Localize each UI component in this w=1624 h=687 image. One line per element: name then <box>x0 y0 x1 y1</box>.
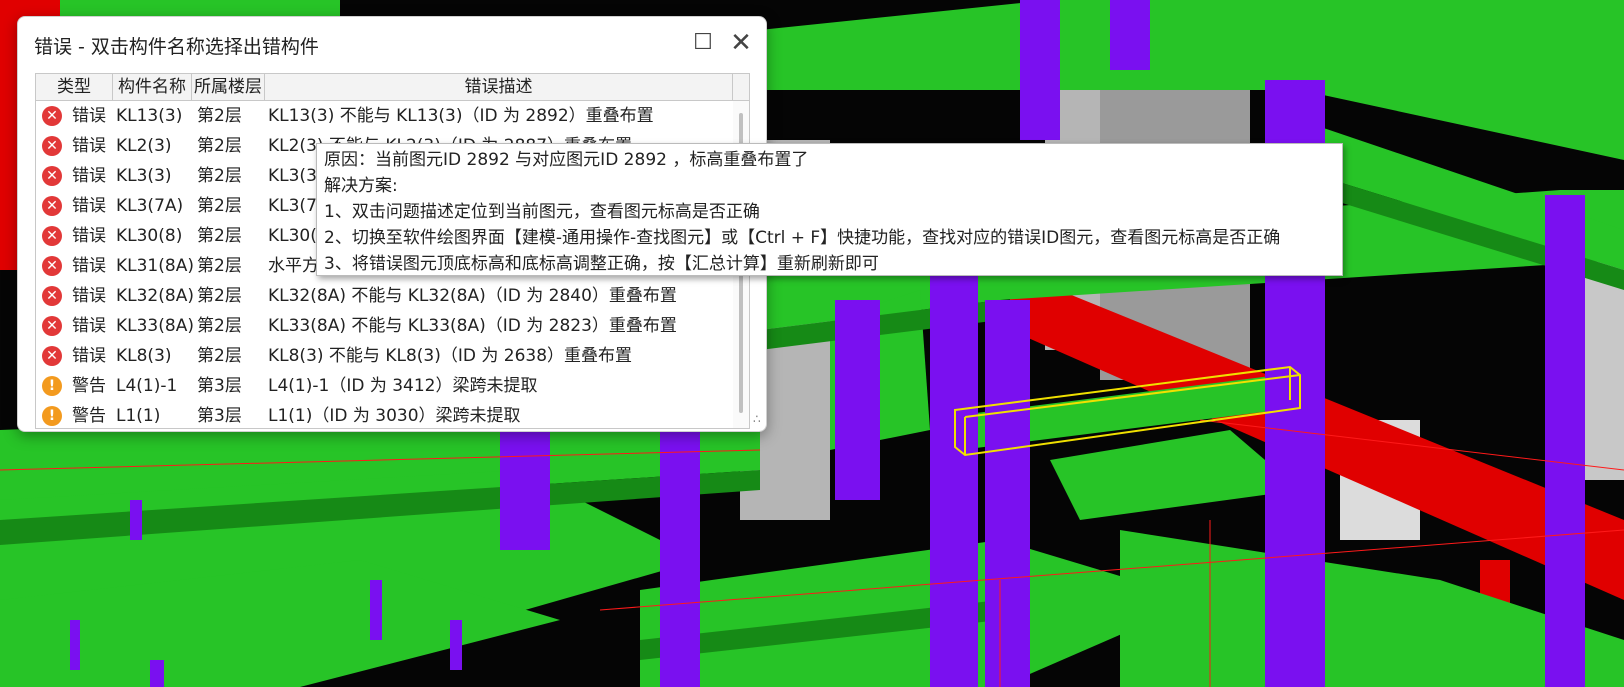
row-desc[interactable]: L4(1)-1（ID 为 3412）梁跨未提取 <box>268 371 538 401</box>
error-icon: ✕ <box>42 226 62 246</box>
tooltip-solution-heading: 解决方案: <box>324 176 398 196</box>
row-name[interactable]: KL2(3) <box>116 131 172 161</box>
row-floor: 第2层 <box>197 226 242 246</box>
row-desc[interactable]: L1(1)（ID 为 3030）梁跨未提取 <box>268 401 521 428</box>
error-icon: ✕ <box>42 316 62 336</box>
tooltip-reason: 原因：当前图元ID 2892 与对应图元ID 2892 ，标高重叠布置了 <box>324 150 809 170</box>
error-icon: ✕ <box>42 286 62 306</box>
row-type: 错误 <box>72 166 106 186</box>
row-floor: 第2层 <box>197 286 242 306</box>
row-floor: 第2层 <box>197 196 242 216</box>
error-icon: ✕ <box>42 136 62 156</box>
close-icon[interactable]: ✕ <box>727 29 755 57</box>
row-name[interactable]: L4(1)-1 <box>116 371 177 401</box>
tooltip-step-3: 3、将错误图元顶底标高和底标高调整正确，按【汇总计算】重新刷新即可 <box>324 254 879 274</box>
row-type: 警告 <box>72 376 106 396</box>
row-floor: 第3层 <box>197 406 242 426</box>
row-name[interactable]: KL30(8) <box>116 221 182 251</box>
row-floor: 第2层 <box>197 136 242 156</box>
row-desc[interactable]: KL13(3) 不能与 KL13(3)（ID 为 2892）重叠布置 <box>268 101 654 131</box>
maximize-icon[interactable]: ☐ <box>689 29 717 57</box>
row-type: 错误 <box>72 286 106 306</box>
row-type: 错误 <box>72 196 106 216</box>
column-header-name[interactable]: 构件名称 <box>113 74 192 100</box>
error-icon: ✕ <box>42 256 62 276</box>
dialog-title: 错误 - 双击构件名称选择出错构件 <box>34 36 319 58</box>
row-desc[interactable]: KL8(3) 不能与 KL8(3)（ID 为 2638）重叠布置 <box>268 341 632 371</box>
row-type: 错误 <box>72 226 106 246</box>
row-type: 错误 <box>72 136 106 156</box>
row-type: 错误 <box>72 106 106 126</box>
table-row[interactable]: ✕ 错误 KL32(8A) 第2层 KL32(8A) 不能与 KL32(8A)（… <box>36 281 732 311</box>
column-header-floor[interactable]: 所属楼层 <box>192 74 265 100</box>
row-name[interactable]: KL33(8A) <box>116 311 194 341</box>
row-name[interactable]: KL3(3) <box>116 161 172 191</box>
column-header-type[interactable]: 类型 <box>36 74 113 100</box>
table-row[interactable]: ! 警告 L1(1) 第3层 L1(1)（ID 为 3030）梁跨未提取 <box>36 401 732 428</box>
error-icon: ✕ <box>42 196 62 216</box>
table-row[interactable]: ! 警告 L4(1)-1 第3层 L4(1)-1（ID 为 3412）梁跨未提取 <box>36 371 732 401</box>
row-type: 错误 <box>72 316 106 336</box>
resize-grip-icon[interactable]: ∴ <box>753 413 761 425</box>
row-name[interactable]: L1(1) <box>116 401 160 428</box>
warning-icon: ! <box>42 406 62 426</box>
row-name[interactable]: KL8(3) <box>116 341 172 371</box>
error-icon: ✕ <box>42 346 62 366</box>
table-row[interactable]: ✕ 错误 KL33(8A) 第2层 KL33(8A) 不能与 KL33(8A)（… <box>36 311 732 341</box>
error-icon: ✕ <box>42 166 62 186</box>
table-row[interactable]: ✕ 错误 KL13(3) 第2层 KL13(3) 不能与 KL13(3)（ID … <box>36 101 732 131</box>
row-type: 错误 <box>72 256 106 276</box>
row-type: 警告 <box>72 406 106 426</box>
row-floor: 第2层 <box>197 316 242 336</box>
error-icon: ✕ <box>42 106 62 126</box>
row-type: 错误 <box>72 346 106 366</box>
table-row[interactable]: ✕ 错误 KL8(3) 第2层 KL8(3) 不能与 KL8(3)（ID 为 2… <box>36 341 732 371</box>
tooltip-step-1: 1、双击问题描述定位到当前图元，查看图元标高是否正确 <box>324 202 760 222</box>
row-floor: 第3层 <box>197 376 242 396</box>
warning-icon: ! <box>42 376 62 396</box>
row-desc[interactable]: KL33(8A) 不能与 KL33(8A)（ID 为 2823）重叠布置 <box>268 311 677 341</box>
error-tooltip: 原因：当前图元ID 2892 与对应图元ID 2892 ，标高重叠布置了 解决方… <box>316 143 1343 276</box>
column-header-desc[interactable]: 错误描述 <box>265 74 733 100</box>
row-name[interactable]: KL3(7A) <box>116 191 183 221</box>
row-floor: 第2层 <box>197 166 242 186</box>
table-header: 类型 构件名称 所属楼层 错误描述 <box>36 74 749 101</box>
row-floor: 第2层 <box>197 256 242 276</box>
row-name[interactable]: KL32(8A) <box>116 281 194 311</box>
row-floor: 第2层 <box>197 106 242 126</box>
row-name[interactable]: KL13(3) <box>116 101 182 131</box>
row-floor: 第2层 <box>197 346 242 366</box>
row-desc[interactable]: KL32(8A) 不能与 KL32(8A)（ID 为 2840）重叠布置 <box>268 281 677 311</box>
row-name[interactable]: KL31(8A) <box>116 251 194 281</box>
tooltip-step-2: 2、切换至软件绘图界面【建模-通用操作-查找图元】或【Ctrl + F】快捷功能… <box>324 228 1281 248</box>
